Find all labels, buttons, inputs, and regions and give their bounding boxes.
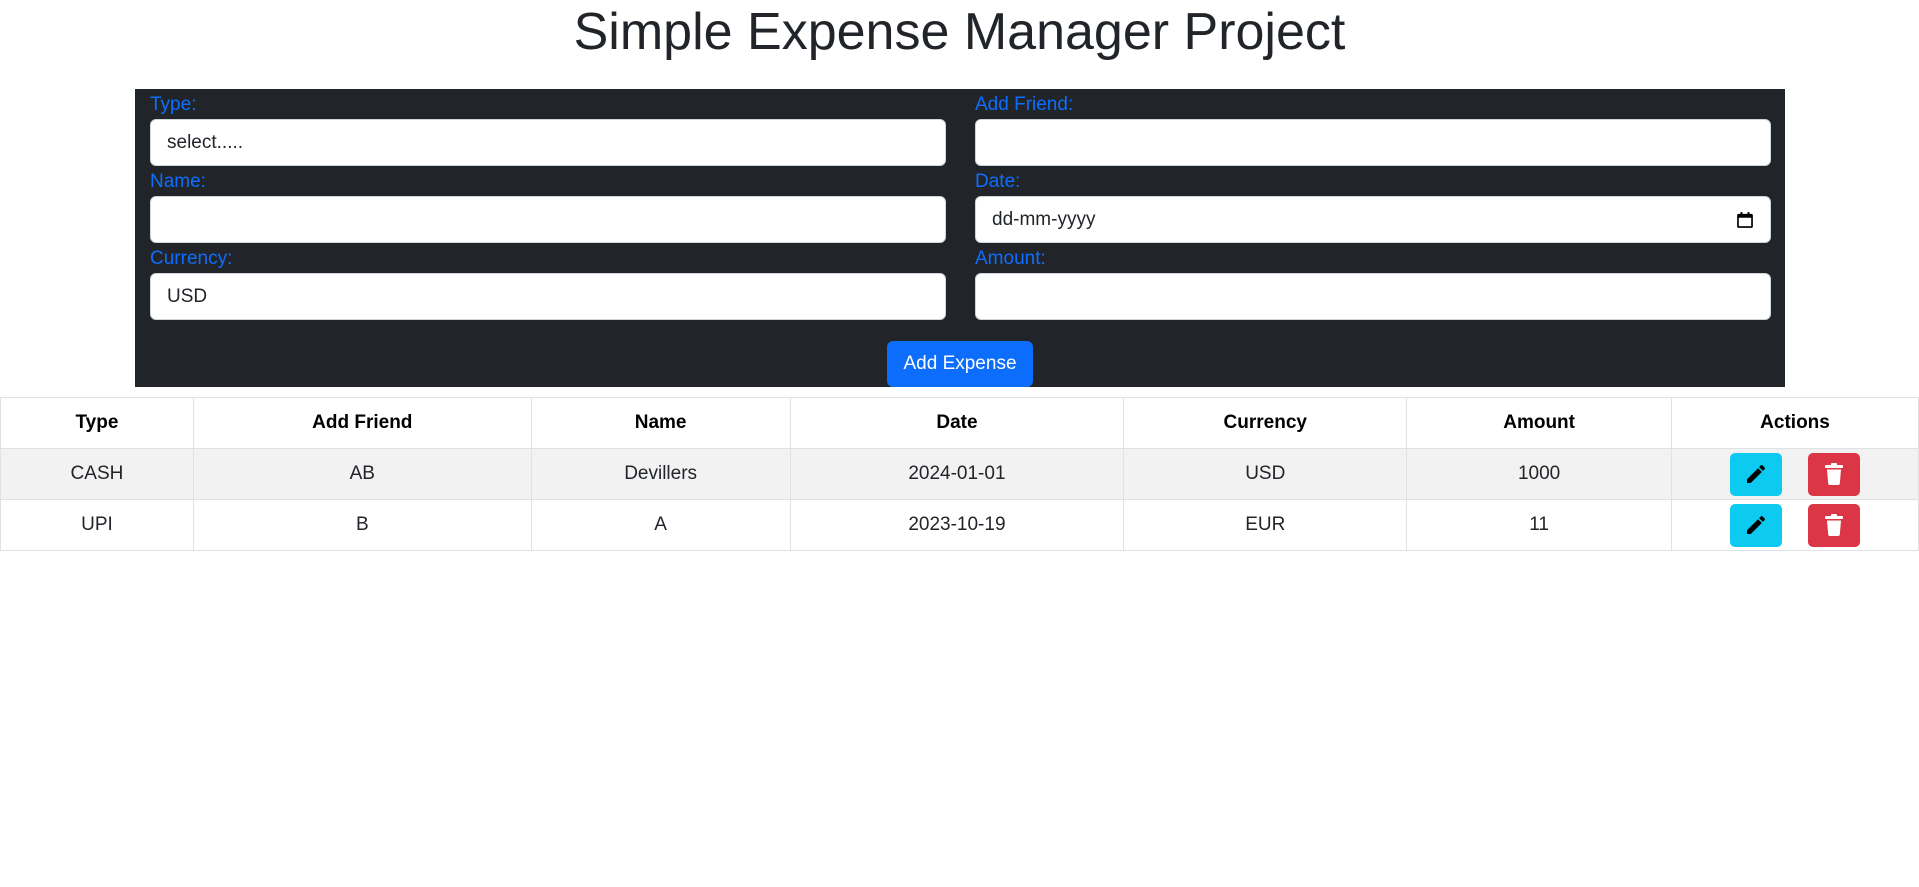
pencil-icon [1747,515,1766,534]
cell-date: 2024-01-01 [789,448,1125,500]
header-currency: Currency [1123,397,1408,449]
type-label: Type: [150,94,197,115]
date-field: Date: dd-mm-yyyy [975,171,1771,243]
currency-label: Currency: [150,248,233,269]
table-header-row: Type Add Friend Name Date Currency Amoun… [0,397,1919,449]
date-label: Date: [975,171,1021,192]
currency-value: USD [167,285,208,307]
header-actions: Actions [1671,397,1919,449]
cell-actions [1671,499,1919,551]
type-select[interactable]: select..... [150,119,946,166]
type-field: Type: select..... [150,94,946,166]
edit-button[interactable] [1730,452,1783,496]
pencil-icon [1747,464,1766,483]
add-expense-button[interactable]: Add Expense [887,341,1033,387]
amount-label: Amount: [975,248,1046,269]
name-label: Name: [150,171,206,192]
header-name: Name [530,397,791,449]
cell-date: 2023-10-19 [789,499,1125,551]
cell-amount: 11 [1406,499,1673,551]
cell-currency: USD [1123,448,1408,500]
cell-currency: EUR [1123,499,1408,551]
cell-name: Devillers [530,448,791,500]
expense-form: Type: select..... Add Friend: Name: Date… [135,89,1785,387]
add-friend-field: Add Friend: [975,94,1771,166]
header-add-friend: Add Friend [192,397,532,449]
date-input[interactable]: dd-mm-yyyy [975,196,1771,243]
page-title: Simple Expense Manager Project [573,3,1346,61]
add-friend-input[interactable] [975,119,1771,166]
edit-button[interactable] [1730,503,1783,547]
currency-field: Currency: USD [150,248,946,320]
amount-field: Amount: [975,248,1771,320]
trash-icon [1825,463,1844,486]
table-row: UPI B A 2023-10-19 EUR 11 [0,499,1919,551]
name-field: Name: [150,171,946,243]
cell-name: A [530,499,791,551]
date-placeholder: dd-mm-yyyy [992,208,1096,230]
expense-table: Type Add Friend Name Date Currency Amoun… [0,397,1919,551]
amount-input[interactable] [975,273,1771,320]
header-type: Type [0,397,194,449]
type-select-value: select..... [167,131,244,153]
currency-input[interactable]: USD [150,273,946,320]
add-friend-label: Add Friend: [975,94,1074,115]
cell-actions [1671,448,1919,500]
trash-icon [1825,514,1844,537]
header-amount: Amount [1406,397,1673,449]
delete-button[interactable] [1808,503,1861,547]
name-input[interactable] [150,196,946,243]
calendar-icon[interactable] [1736,211,1754,229]
header-date: Date [789,397,1125,449]
delete-button[interactable] [1808,452,1861,496]
cell-type: UPI [0,499,194,551]
cell-amount: 1000 [1406,448,1673,500]
cell-add-friend: AB [192,448,532,500]
cell-add-friend: B [192,499,532,551]
cell-type: CASH [0,448,194,500]
table-row: CASH AB Devillers 2024-01-01 USD 1000 [0,448,1919,500]
